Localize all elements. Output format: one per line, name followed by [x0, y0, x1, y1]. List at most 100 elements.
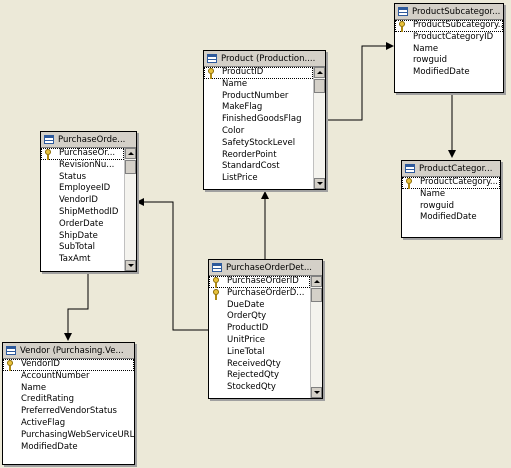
table-product-subcategory[interactable]: ProductSubcategor... ProductSubcategory.… [394, 3, 504, 93]
column-name: ModifiedDate [420, 212, 477, 223]
relationship-orderheader-to-vendor [64, 272, 89, 341]
column-row[interactable]: VendorID [41, 195, 124, 207]
table-title-bar[interactable]: Product (Production.... [204, 51, 325, 67]
column-name: PurchaseOrderID [227, 276, 299, 286]
scroll-up-button[interactable] [125, 148, 136, 159]
scroll-down-button[interactable] [125, 260, 136, 271]
column-row[interactable]: Name [3, 383, 134, 395]
column-row[interactable]: ProductCategoryID [395, 32, 503, 44]
table-title-bar[interactable]: PurchaseOrderDet... [209, 260, 322, 276]
table-purchase-order-detail[interactable]: PurchaseOrderDet... PurchaseOrderID Purch… [208, 259, 323, 399]
column-row[interactable]: ProductID [209, 323, 310, 335]
column-row[interactable]: SafetyStockLevel [204, 138, 313, 150]
column-row[interactable]: AccountNumber [3, 371, 134, 383]
column-name: AccountNumber [21, 370, 90, 381]
relationship-product-to-subcategory [325, 42, 394, 121]
column-row[interactable]: DueDate [209, 300, 310, 312]
table-title-bar[interactable]: PurchaseOrde... [41, 132, 136, 148]
column-name: PurchaseOr... [59, 148, 116, 158]
scroll-thumb[interactable] [314, 79, 325, 93]
column-row[interactable]: MakeFlag [204, 102, 313, 114]
scroll-down-button[interactable] [311, 387, 322, 398]
column-row[interactable]: rowguid [395, 55, 503, 67]
column-list: ProductSubcategory... ProductCategoryID Na… [395, 20, 503, 92]
column-name: VendorID [59, 195, 98, 206]
column-name: ActiveFlag [21, 417, 66, 428]
column-row[interactable]: Name [402, 189, 500, 201]
diagram-canvas[interactable]: PurchaseOrde... PurchaseOr... RevisionNu.… [0, 0, 511, 468]
column-row[interactable]: EmployeeID [41, 183, 124, 195]
scroll-up-button[interactable] [314, 67, 325, 78]
vertical-scrollbar[interactable] [124, 148, 136, 271]
column-row[interactable]: CreditRating [3, 394, 134, 406]
column-row[interactable]: LineTotal [209, 347, 310, 359]
column-row[interactable]: Name [204, 79, 313, 91]
table-icon [6, 346, 16, 355]
column-row[interactable]: TaxAmt [41, 254, 124, 266]
column-row[interactable]: StockedQty [209, 382, 310, 394]
table-purchase-order-header[interactable]: PurchaseOrde... PurchaseOr... RevisionNu.… [40, 131, 137, 272]
table-title-bar[interactable]: ProductCategor... [402, 161, 500, 177]
table-title: PurchaseOrde... [58, 134, 126, 145]
column-row[interactable]: UnitPrice [209, 335, 310, 347]
column-row[interactable]: Name [395, 44, 503, 56]
table-icon [44, 135, 54, 144]
column-name: ShipMethodID [59, 206, 119, 217]
column-row[interactable]: Status [41, 172, 124, 184]
column-row[interactable]: OrderQty [209, 311, 310, 323]
scroll-thumb[interactable] [125, 160, 136, 174]
vertical-scrollbar[interactable] [313, 67, 325, 189]
table-title: ProductCategor... [419, 163, 493, 174]
column-row[interactable]: PurchasingWebServiceURL [3, 430, 134, 442]
column-row[interactable]: ModifiedDate [3, 442, 134, 454]
column-row[interactable]: SubTotal [41, 242, 124, 254]
column-row[interactable]: RevisionNu... [41, 160, 124, 172]
column-name: ProductSubcategory... [413, 20, 503, 30]
column-row[interactable]: OrderDate [41, 219, 124, 231]
column-name: PurchaseOrderD... [227, 287, 305, 298]
table-title-bar[interactable]: Vendor (Purchasing.Ve... [3, 343, 134, 359]
vertical-scrollbar[interactable] [310, 276, 322, 398]
column-name: SafetyStockLevel [222, 137, 296, 148]
column-row[interactable]: rowguid [402, 201, 500, 213]
column-row[interactable]: PurchaseOrderID [209, 276, 310, 288]
column-name: Color [222, 125, 245, 136]
column-row[interactable]: ShipMethodID [41, 207, 124, 219]
scroll-down-button[interactable] [314, 178, 325, 189]
column-row[interactable]: PurchaseOrderD... [209, 288, 310, 300]
column-row[interactable]: StandardCost [204, 161, 313, 173]
column-list: ProductID Name ProductNumber MakeFlag Finish… [204, 67, 313, 189]
column-list: PurchaseOrderID PurchaseOrderD... DueDate O… [209, 276, 310, 398]
column-row[interactable]: ProductCategory... [402, 177, 500, 189]
column-name: Name [222, 78, 248, 89]
column-row[interactable]: RejectedQty [209, 370, 310, 382]
table-vendor[interactable]: Vendor (Purchasing.Ve... VendorID Account… [2, 342, 135, 465]
column-row[interactable]: ReorderPoint [204, 150, 313, 162]
scroll-thumb[interactable] [311, 288, 322, 302]
column-row[interactable]: ActiveFlag [3, 418, 134, 430]
table-product-category[interactable]: ProductCategor... ProductCategory... Name… [401, 160, 501, 238]
column-name: ListPrice [222, 173, 258, 184]
column-row[interactable]: ModifiedDate [395, 67, 503, 79]
column-row[interactable]: ProductNumber [204, 91, 313, 103]
column-name: OrderDate [59, 218, 104, 229]
column-name: PurchasingWebServiceURL [21, 429, 134, 440]
scroll-up-button[interactable] [311, 276, 322, 287]
table-product[interactable]: Product (Production.... ProductID Name Pro… [203, 50, 326, 190]
table-icon [398, 7, 408, 16]
column-name: ProductNumber [222, 90, 289, 101]
column-row[interactable]: ShipDate [41, 231, 124, 243]
column-row[interactable]: FinishedGoodsFlag [204, 114, 313, 126]
column-row[interactable]: Color [204, 126, 313, 138]
column-row[interactable]: PreferredVendorStatus [3, 406, 134, 418]
column-row[interactable]: PurchaseOr... [41, 148, 124, 160]
column-row[interactable]: ModifiedDate [402, 212, 500, 224]
table-title-bar[interactable]: ProductSubcategor... [395, 4, 503, 20]
column-name: ProductCategoryID [413, 31, 494, 42]
column-row[interactable]: ReceivedQty [209, 359, 310, 371]
primary-key-icon [208, 68, 214, 79]
column-row[interactable]: VendorID [3, 359, 134, 371]
column-row[interactable]: ListPrice [204, 173, 313, 185]
column-row[interactable]: ProductSubcategory... [395, 20, 503, 32]
column-row[interactable]: ProductID [204, 67, 313, 79]
